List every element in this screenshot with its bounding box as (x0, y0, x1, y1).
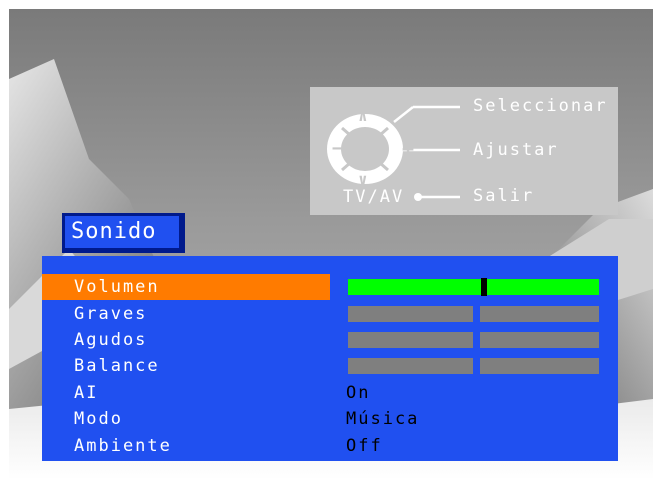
menu-item-label: Balance (74, 356, 160, 376)
menu-item-ai[interactable]: AI (42, 380, 330, 406)
ambiente-value[interactable]: Off (346, 434, 383, 458)
tv-av-button-label: TV/AV (343, 187, 405, 207)
sound-menu: Volumen Graves Agudos Balance AI Modo Am… (42, 256, 618, 461)
menu-item-label: Graves (74, 304, 148, 324)
volume-level-marker[interactable] (481, 278, 487, 296)
menu-item-modo[interactable]: Modo (42, 406, 330, 432)
agudos-bar-right (480, 332, 599, 348)
adjust-hint-label: Ajustar (473, 140, 559, 160)
balance-bar-left (348, 358, 473, 374)
up-arrow-icon: ∧ (358, 106, 368, 125)
menu-item-label: AI (74, 383, 99, 403)
select-hint-label: Seleccionar (473, 96, 608, 116)
menu-item-agudos[interactable]: Agudos (42, 327, 330, 353)
volume-bar-fill (348, 279, 599, 295)
agudos-bar-left (348, 332, 473, 348)
menu-item-label: Modo (74, 409, 123, 429)
exit-hint-label: Salir (473, 186, 535, 206)
graves-bar-right (480, 306, 599, 322)
menu-item-ambiente[interactable]: Ambiente (42, 433, 330, 459)
minus-icon: − (332, 138, 343, 159)
menu-item-label: Volumen (74, 277, 160, 297)
modo-value[interactable]: Música (346, 407, 419, 431)
balance-bar-right (480, 358, 599, 374)
menu-item-graves[interactable]: Graves (42, 301, 330, 327)
tv-screen: ∧ ∨ − + Seleccionar Ajustar Salir TV/AV … (0, 0, 659, 480)
menu-item-volumen[interactable]: Volumen (42, 274, 330, 300)
plus-icon: + (402, 137, 415, 161)
menu-title: Sonido (65, 216, 179, 248)
menu-title-tab: Sonido (62, 213, 185, 253)
menu-item-label: Ambiente (74, 436, 172, 456)
menu-item-balance[interactable]: Balance (42, 353, 330, 379)
menu-item-label: Agudos (74, 330, 148, 350)
graves-bar-left (348, 306, 473, 322)
remote-help-panel: ∧ ∨ − + Seleccionar Ajustar Salir TV/AV (310, 87, 618, 215)
ai-value[interactable]: On (346, 381, 370, 405)
